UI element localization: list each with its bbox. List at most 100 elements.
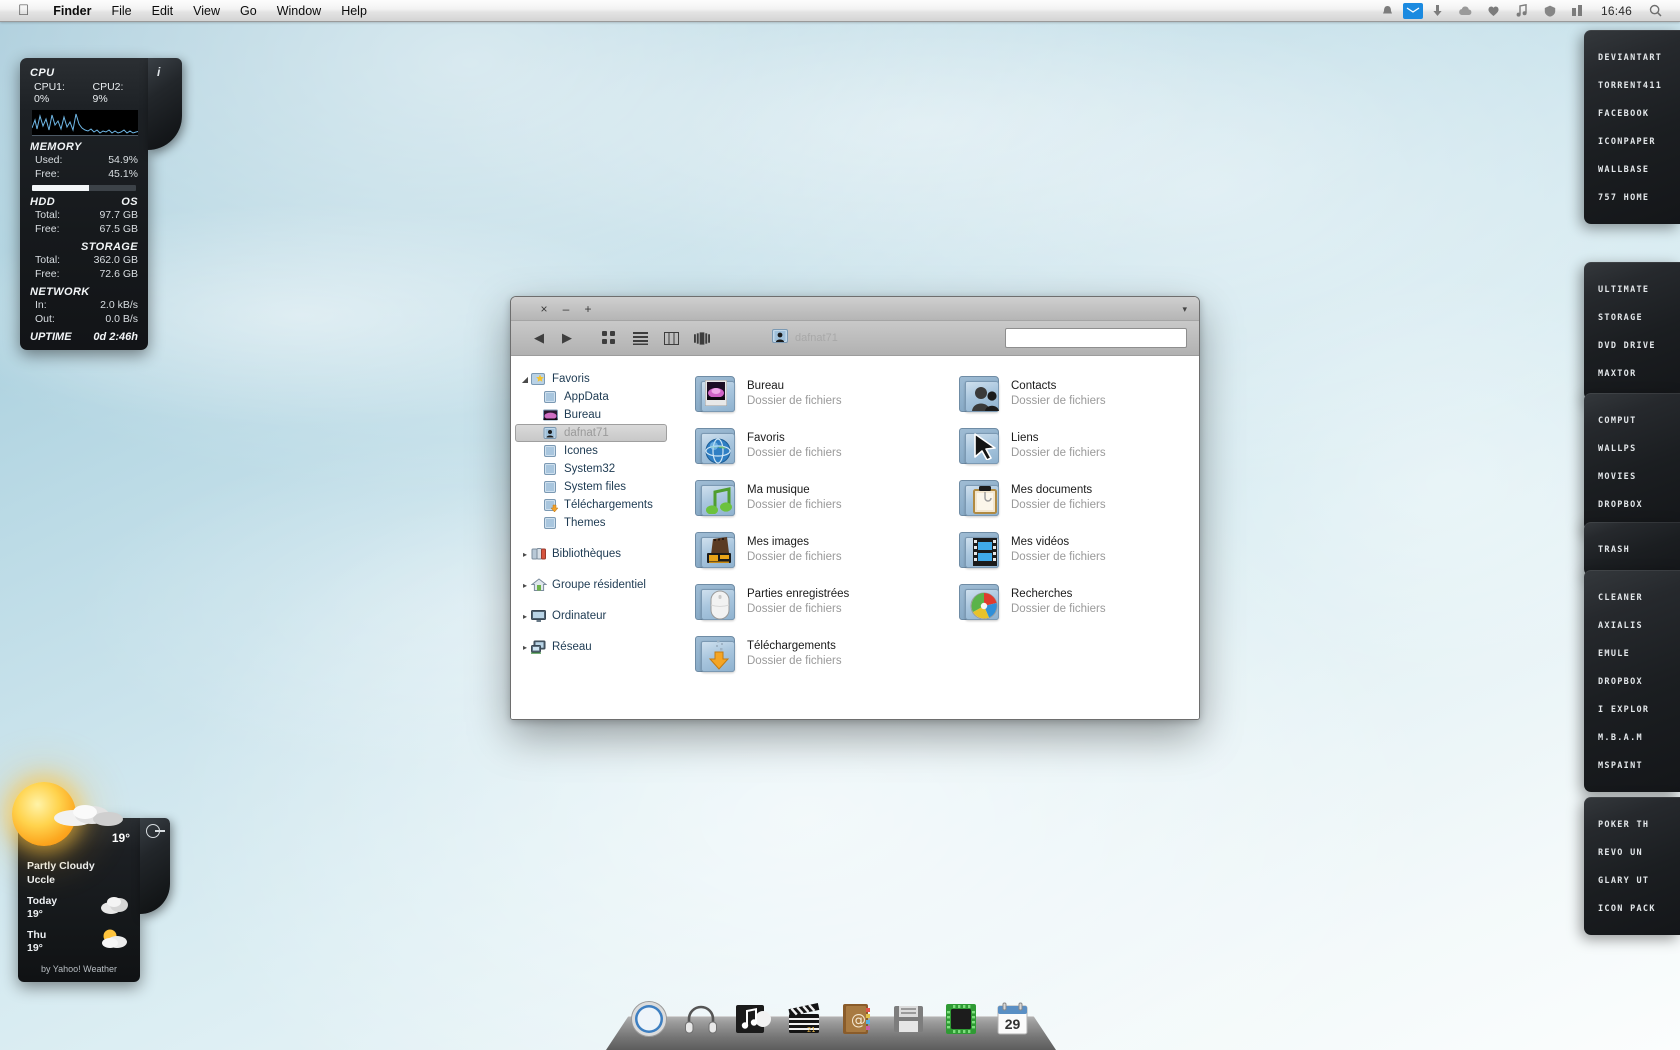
file-item[interactable]: Téléchargements Dossier de fichiers — [693, 628, 935, 680]
finder-titlebar[interactable]: × – + ▾ — [511, 297, 1199, 321]
launcher-item[interactable]: MAXTOR — [1584, 360, 1680, 388]
launcher-item[interactable]: DVD DRIVE — [1584, 332, 1680, 360]
finder-window[interactable]: × – + ▾ ◀ ▶ dafnat71 ◢ Favoris AppData B… — [510, 296, 1200, 720]
bell-icon[interactable] — [1375, 0, 1401, 22]
launcher-item[interactable]: DROPBOX — [1584, 668, 1680, 696]
system-monitor-widget[interactable]: i CPU CPU1: 0% CPU2: 9% MEMORY Used: 54.… — [20, 58, 182, 350]
file-item[interactable]: Favoris Dossier de fichiers — [693, 420, 935, 472]
sidebar-item-system32[interactable]: System32 — [511, 460, 671, 478]
file-item[interactable]: Mes documents Dossier de fichiers — [957, 472, 1199, 524]
drives-stack[interactable]: ULTIMATE STORAGE DVD DRIVE MAXTOR — [1584, 262, 1680, 400]
refresh-icon[interactable] — [146, 824, 165, 838]
mail-icon[interactable] — [1402, 2, 1423, 19]
menu-item-finder[interactable]: Finder — [43, 0, 101, 22]
menu-item-go[interactable]: Go — [230, 0, 267, 22]
launcher-item[interactable]: COMPUT — [1584, 407, 1680, 435]
coverflow-view-button[interactable] — [694, 330, 710, 346]
back-button[interactable]: ◀ — [525, 321, 553, 356]
sidebar-item-r-seau[interactable]: ▸ Réseau — [511, 638, 671, 656]
safari-dock-icon[interactable] — [630, 1000, 668, 1038]
launcher-item[interactable]: DROPBOX — [1584, 491, 1680, 519]
launcher-item[interactable]: POKER TH — [1584, 811, 1680, 839]
menu-item-view[interactable]: View — [183, 0, 230, 22]
close-button[interactable]: × — [533, 297, 555, 321]
launcher-item[interactable]: ULTIMATE — [1584, 276, 1680, 304]
launcher-item[interactable]: WALLBASE — [1584, 156, 1680, 184]
menu-item-file[interactable]: File — [101, 0, 141, 22]
folders-stack[interactable]: COMPUT WALLPS MOVIES DROPBOX — [1584, 393, 1680, 531]
launcher-item[interactable]: I EXPLOR — [1584, 696, 1680, 724]
sidebar-item-t-l-chargements[interactable]: Téléchargements — [511, 496, 671, 514]
sidebar-item-dafnat71[interactable]: dafnat71 — [515, 424, 667, 442]
download-icon[interactable] — [1425, 0, 1451, 22]
cloud-icon[interactable] — [1453, 0, 1479, 22]
path-indicator[interactable]: dafnat71 — [772, 328, 838, 349]
launcher-item[interactable]: GLARY UT — [1584, 867, 1680, 895]
file-item[interactable]: Bureau Dossier de fichiers — [693, 368, 935, 420]
headphones-dock-icon[interactable] — [682, 1000, 720, 1038]
sidebar-item-icones[interactable]: Icones — [511, 442, 671, 460]
sidebar-item-biblioth-ques[interactable]: ▸ Bibliothèques — [511, 545, 671, 563]
launcher-item[interactable]: ICON PACK — [1584, 895, 1680, 923]
file-item[interactable]: Recherches Dossier de fichiers — [957, 576, 1199, 628]
sidebar-item-ordinateur[interactable]: ▸ Ordinateur — [511, 607, 671, 625]
music-player-dock-icon[interactable] — [734, 1000, 772, 1038]
launcher-item[interactable]: M.B.A.M — [1584, 724, 1680, 752]
file-item[interactable]: Mes vidéos Dossier de fichiers — [957, 524, 1199, 576]
launcher-item[interactable]: TRASH — [1584, 536, 1680, 564]
file-item[interactable]: Contacts Dossier de fichiers — [957, 368, 1199, 420]
disclosure-collapsed-icon[interactable]: ▸ — [519, 550, 531, 559]
apple-menu-icon[interactable]:  — [18, 3, 29, 18]
shield-icon[interactable] — [1537, 0, 1563, 22]
launcher-item[interactable]: TORRENT411 — [1584, 72, 1680, 100]
sidebar-item-bureau[interactable]: Bureau — [511, 406, 671, 424]
equalizer-icon[interactable] — [1565, 0, 1591, 22]
chevron-down-icon[interactable]: ▾ — [1182, 304, 1187, 315]
launcher-item[interactable]: MSPAINT — [1584, 752, 1680, 780]
address-book-dock-icon[interactable]: @ — [838, 1000, 876, 1038]
sidebar-item-themes[interactable]: Themes — [511, 514, 671, 532]
file-item[interactable]: Liens Dossier de fichiers — [957, 420, 1199, 472]
launcher-item[interactable]: FACEBOOK — [1584, 100, 1680, 128]
clapperboard-dock-icon[interactable]: 21 — [786, 1000, 824, 1038]
sidebar-item-appdata[interactable]: AppData — [511, 388, 671, 406]
heart-icon[interactable] — [1481, 0, 1507, 22]
floppy-disk-dock-icon[interactable] — [890, 1000, 928, 1038]
launcher-item[interactable]: AXIALIS — [1584, 612, 1680, 640]
column-view-button[interactable] — [663, 330, 679, 346]
menu-item-edit[interactable]: Edit — [142, 0, 184, 22]
disclosure-collapsed-icon[interactable]: ▸ — [519, 612, 531, 621]
music-note-icon[interactable] — [1509, 0, 1535, 22]
file-item[interactable]: Mes images Dossier de fichiers — [693, 524, 935, 576]
search-input[interactable] — [1005, 328, 1187, 348]
launcher-item[interactable]: STORAGE — [1584, 304, 1680, 332]
minimize-button[interactable]: – — [555, 297, 577, 321]
cpu-chip-dock-icon[interactable] — [942, 1000, 980, 1038]
list-view-button[interactable] — [632, 330, 648, 346]
launcher-item[interactable]: ICONPAPER — [1584, 128, 1680, 156]
weather-page-curl[interactable] — [140, 818, 170, 914]
menu-item-help[interactable]: Help — [331, 0, 377, 22]
forward-button[interactable]: ▶ — [553, 321, 581, 356]
launcher-item[interactable]: WALLPS — [1584, 435, 1680, 463]
disclosure-expanded-icon[interactable]: ◢ — [519, 375, 531, 384]
launcher-item[interactable]: CLEANER — [1584, 584, 1680, 612]
launcher-item[interactable]: REVO UN — [1584, 839, 1680, 867]
sidebar-item-favoris[interactable]: ◢ Favoris — [511, 370, 671, 388]
launcher-item[interactable]: DEVIANTART — [1584, 44, 1680, 72]
icon-view-button[interactable] — [601, 330, 617, 346]
info-icon[interactable]: i — [157, 65, 160, 79]
trash-stack[interactable]: TRASH — [1584, 522, 1680, 576]
sidebar-item-system-files[interactable]: System files — [511, 478, 671, 496]
disclosure-collapsed-icon[interactable]: ▸ — [519, 643, 531, 652]
launcher-item[interactable]: EMULE — [1584, 640, 1680, 668]
links-stack[interactable]: DEVIANTART TORRENT411 FACEBOOK ICONPAPER WAL… — [1584, 30, 1680, 224]
menu-bar-clock[interactable]: 16:46 — [1593, 4, 1640, 18]
widget-page-curl[interactable]: i — [148, 58, 182, 150]
search-icon[interactable] — [1642, 0, 1668, 22]
sidebar-item-groupe-r-sidentiel[interactable]: ▸ Groupe résidentiel — [511, 576, 671, 594]
apps-stack[interactable]: CLEANER AXIALIS EMULE DROPBOX I EXPLOR M.B.A.… — [1584, 570, 1680, 792]
calendar-dock-icon[interactable]: 29 — [994, 1000, 1032, 1038]
file-item[interactable]: Ma musique Dossier de fichiers — [693, 472, 935, 524]
launcher-item[interactable]: MOVIES — [1584, 463, 1680, 491]
